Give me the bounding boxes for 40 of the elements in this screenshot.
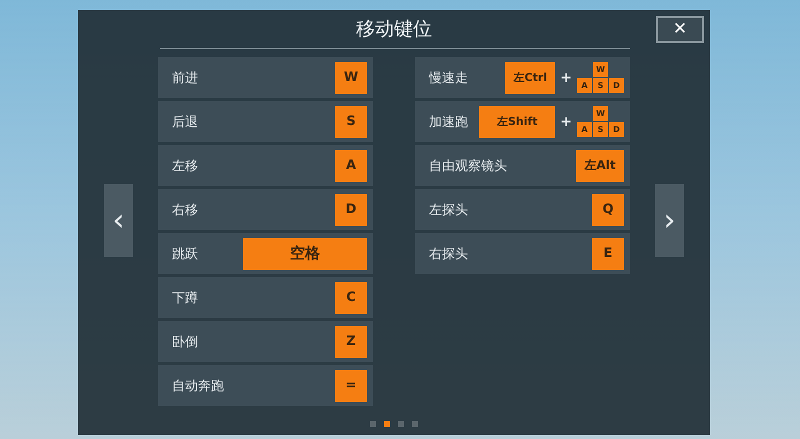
key-button[interactable]: D: [335, 194, 367, 226]
next-button[interactable]: ›: [655, 184, 684, 257]
close-button[interactable]: ✕: [656, 16, 704, 42]
action-label: 右探头: [429, 246, 469, 262]
action-label: 左探头: [429, 202, 469, 218]
key-button[interactable]: C: [335, 282, 367, 314]
action-label: 自动奔跑: [172, 378, 225, 394]
key-button[interactable]: 左Ctrl: [505, 62, 556, 94]
plus-sign: +: [560, 114, 572, 130]
mini-key[interactable]: W: [593, 62, 608, 77]
key-button[interactable]: E: [592, 238, 624, 270]
mini-key[interactable]: S: [593, 122, 608, 137]
mini-key[interactable]: A: [577, 78, 592, 93]
action-label: 卧倒: [172, 334, 199, 350]
key-button[interactable]: 空格: [243, 238, 367, 270]
key-button[interactable]: 左Shift: [479, 106, 556, 138]
mini-key[interactable]: A: [577, 122, 592, 137]
key-button[interactable]: S: [335, 106, 367, 138]
key-button[interactable]: Z: [335, 326, 367, 358]
previous-button[interactable]: ‹: [104, 184, 133, 257]
key-button[interactable]: 左Alt: [576, 150, 624, 182]
key-button[interactable]: =: [335, 370, 367, 402]
mini-key[interactable]: W: [593, 106, 608, 121]
action-label: 下蹲: [172, 290, 199, 306]
action-label: 自由观察镜头: [429, 158, 508, 174]
action-label: 右移: [172, 202, 199, 218]
plus-sign: +: [560, 70, 572, 86]
action-label: 慢速走: [429, 70, 469, 86]
action-label: 前进: [172, 70, 199, 86]
action-label: 跳跃: [172, 246, 199, 262]
key-button[interactable]: Q: [592, 194, 624, 226]
key-button[interactable]: A: [335, 150, 367, 182]
mini-key[interactable]: D: [609, 78, 624, 93]
action-label: 后退: [172, 114, 199, 130]
mini-key[interactable]: D: [609, 122, 624, 137]
action-label: 加速跑: [429, 114, 469, 130]
mini-key[interactable]: S: [593, 78, 608, 93]
key-button[interactable]: W: [335, 62, 367, 94]
action-label: 左移: [172, 158, 199, 174]
panel-title: 移动键位: [356, 17, 432, 42]
